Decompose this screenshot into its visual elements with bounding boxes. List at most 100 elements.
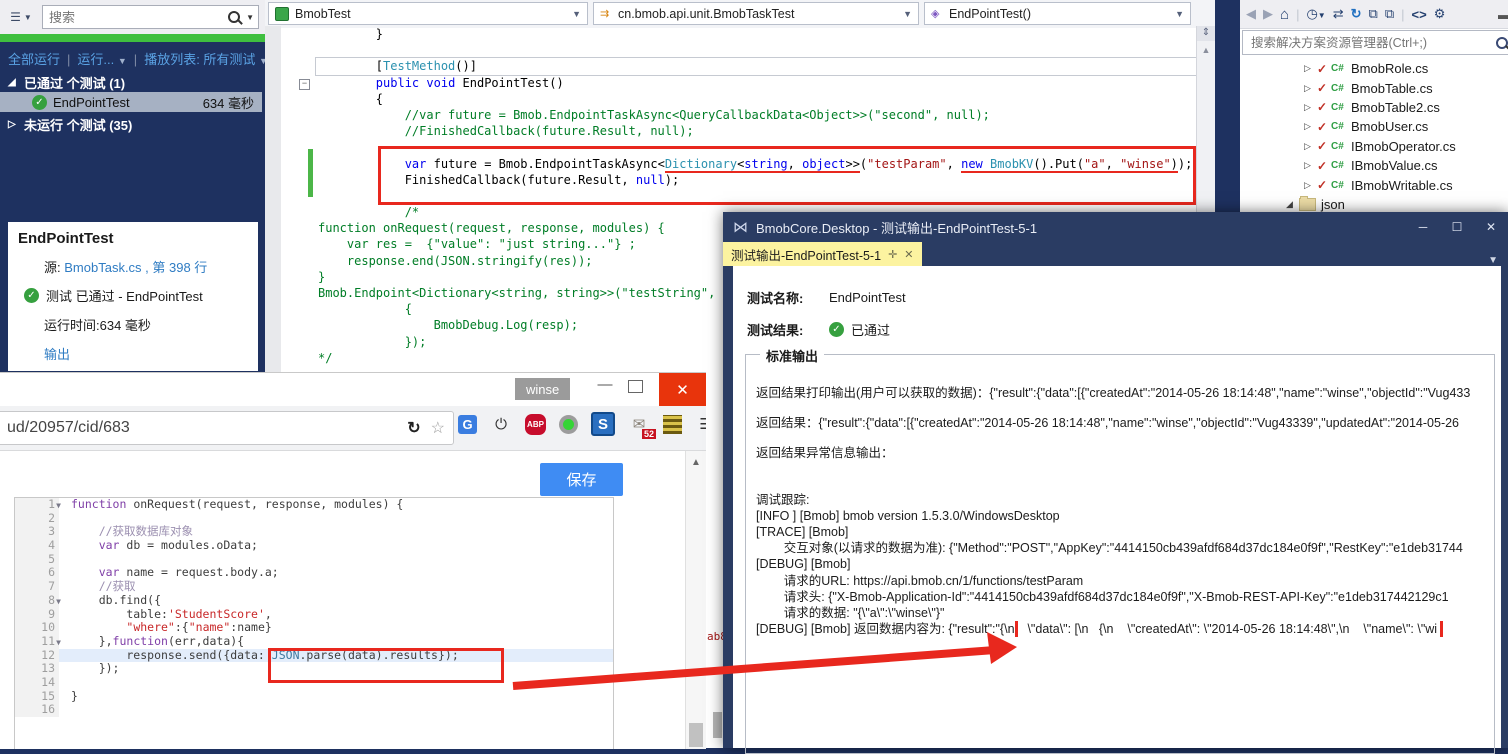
page-scrollbar[interactable]: ▲ [685, 451, 706, 749]
solution-file-item[interactable]: ▷✓C#IBmobOperator.cs [1240, 137, 1508, 156]
view-code-icon[interactable]: <> [1412, 7, 1427, 22]
cloud-code-line[interactable]: 6 var name = request.body.a; [15, 566, 613, 580]
solution-file-item[interactable]: ▷✓C#BmobTable.cs [1240, 78, 1508, 97]
tab-label: 测试输出-EndPointTest-5-1 [731, 245, 881, 264]
mail-icon[interactable]: ✉52 [628, 413, 650, 435]
chevron-down-icon[interactable]: ▼ [1488, 255, 1508, 266]
cloud-code-line[interactable]: 2 [15, 512, 613, 526]
group-by-button[interactable]: ☰▼ [4, 4, 38, 30]
sync-icon[interactable]: ⇄ [1333, 6, 1344, 22]
group-passed-tests[interactable]: ◢ 已通过 个测试 (1) [0, 72, 262, 92]
proxy-status-icon[interactable] [559, 415, 578, 434]
pin-icon[interactable]: ✛ [888, 248, 897, 261]
output-tab[interactable]: 测试输出-EndPointTest-5-1 ✛ ✕ [723, 242, 922, 266]
maximize-icon[interactable]: ☐ [1440, 220, 1474, 234]
back-icon[interactable]: ◀ [1246, 6, 1256, 22]
detail-test-title: EndPointTest [18, 230, 258, 247]
cloud-code-line[interactable]: 16 [15, 703, 613, 717]
scroll-up-icon[interactable]: ▲ [686, 451, 706, 468]
csharp-file-icon: C# [1331, 160, 1351, 171]
minimize-icon[interactable]: ─ [1406, 220, 1440, 234]
passed-check-icon: ✓ [24, 288, 39, 303]
output-link[interactable]: 输出 [44, 344, 258, 363]
power-icon[interactable]: ⏻︎ [490, 413, 512, 435]
solution-explorer-toolbar: ◀ ▶ ⌂ | ◷▼ ⇄ ↻ ⧉ ⧉ | <> ⚙ ▬ [1240, 0, 1508, 29]
code-segment: //var future = Bmob.EndpointTaskAsync<Qu… [318, 108, 990, 122]
test-details-panel: EndPointTest 源: BmobTask.cs , 第 398 行 ✓测… [8, 222, 258, 371]
cloud-code-editor[interactable]: 1▼function onRequest(request, response, … [14, 497, 614, 749]
code-segment: //获取数据库对象 [71, 524, 193, 538]
source-link[interactable]: BmobTask.cs , 第 398 行 [64, 260, 207, 275]
cloud-code-line[interactable]: 1▼function onRequest(request, response, … [15, 498, 613, 512]
scroll-thumb[interactable] [689, 723, 703, 747]
run-all-link[interactable]: 全部运行 [8, 52, 60, 67]
cloud-code-line[interactable]: 8▼ db.find({ [15, 594, 613, 608]
test-search-input[interactable] [47, 9, 228, 26]
splitter-icon[interactable]: ⇕ [1197, 26, 1215, 41]
solution-file-item[interactable]: ▷✓C#BmobTable2.cs [1240, 98, 1508, 117]
type-dropdown[interactable]: ⇉ cn.bmob.api.unit.BmobTaskTest▼ [593, 2, 919, 25]
qr-code-icon[interactable] [663, 415, 682, 434]
solution-search-input[interactable] [1249, 35, 1496, 51]
run-link[interactable]: 运行... [77, 52, 114, 67]
forward-icon[interactable]: ▶ [1263, 6, 1273, 22]
fold-icon[interactable]: ▼ [56, 499, 61, 513]
minimize-icon[interactable]: ▬ [1498, 7, 1508, 22]
refresh-icon[interactable]: ↻ [1351, 6, 1362, 22]
solution-file-item[interactable]: ▷✓C#BmobUser.cs [1240, 117, 1508, 136]
close-icon[interactable]: ✕ [659, 373, 706, 406]
fold-icon[interactable]: ▼ [56, 595, 61, 609]
cloud-code-line[interactable]: 9 table:'StudentScore', [15, 608, 613, 622]
close-icon[interactable]: ✕ [904, 248, 913, 261]
output-window-titlebar[interactable]: ⋈ BmobCore.Desktop - 测试输出-EndPointTest-5… [723, 212, 1508, 242]
collapse-all-icon[interactable]: ⧉ [1369, 6, 1378, 22]
maximize-icon[interactable] [628, 380, 643, 393]
code-text [59, 512, 613, 526]
indicator-margin[interactable] [265, 26, 281, 372]
cloud-code-line[interactable]: 3 //获取数据库对象 [15, 525, 613, 539]
source-control-check-icon: ✓ [1317, 120, 1331, 134]
solution-search-box[interactable] [1242, 30, 1508, 55]
project-dropdown[interactable]: BmobTest▼ [268, 2, 588, 25]
fold-icon[interactable]: ▼ [56, 636, 61, 650]
fold-collapse-icon[interactable]: − [299, 79, 310, 90]
runtime-text: 运行时间:634 毫秒 [44, 315, 258, 334]
reload-icon[interactable]: ↻ [407, 418, 420, 438]
test-search-box[interactable]: ▼ [42, 5, 259, 29]
separator: | [134, 52, 137, 67]
cloud-code-line[interactable]: 7 //获取 [15, 580, 613, 594]
code-text: function onRequest(request, response, mo… [59, 498, 613, 512]
translate-icon[interactable]: G [458, 415, 477, 434]
code-segment: { [318, 302, 412, 316]
code-line: { [318, 91, 1195, 107]
stdout-label: 标准输出 [760, 346, 824, 365]
close-icon[interactable]: ✕ [1474, 220, 1508, 234]
bookmark-star-icon[interactable]: ☆ [431, 418, 445, 438]
home-icon[interactable]: ⌂ [1280, 6, 1289, 23]
member-dropdown[interactable]: ◈ EndPointTest()▼ [924, 2, 1191, 25]
group-notrun-tests[interactable]: ▷ 未运行 个测试 (35) [0, 114, 262, 134]
properties-icon[interactable]: ⚙ [1434, 6, 1446, 22]
test-row-endpointtest[interactable]: ✓ EndPointTest 634 毫秒 [0, 92, 262, 112]
source-control-check-icon: ✓ [1317, 81, 1331, 95]
address-bar[interactable]: ud/20957/cid/683 ↻ ☆ [0, 411, 454, 445]
save-button[interactable]: 保存 [540, 463, 623, 496]
project-icon [275, 7, 289, 21]
playlist-link[interactable]: 播放列表: 所有测试 [144, 52, 255, 67]
browser-titlebar[interactable]: winse — ✕ [0, 373, 706, 406]
minimize-icon[interactable]: — [585, 376, 625, 393]
cloud-code-line[interactable]: 4 var db = modules.oData; [15, 539, 613, 553]
code-text: //获取 [59, 580, 613, 594]
cloud-code-line[interactable]: 5 [15, 553, 613, 567]
change-tracking-bar [308, 149, 313, 197]
sogou-icon[interactable]: S [591, 412, 615, 436]
url-text: ud/20957/cid/683 [0, 419, 407, 437]
solution-file-item[interactable]: ▷✓C#BmobRole.cs [1240, 59, 1508, 78]
scroll-up-icon[interactable]: ▲ [1202, 45, 1211, 55]
adblock-icon[interactable]: ABP [525, 414, 546, 435]
pending-changes-icon[interactable]: ◷▼ [1306, 6, 1325, 22]
solution-file-item[interactable]: ▷✓C#IBmobWritable.cs [1240, 175, 1508, 194]
copy-icon[interactable]: ⧉ [1385, 6, 1394, 22]
solution-file-item[interactable]: ▷✓C#IBmobValue.cs [1240, 156, 1508, 175]
badge: 52 [642, 429, 656, 439]
